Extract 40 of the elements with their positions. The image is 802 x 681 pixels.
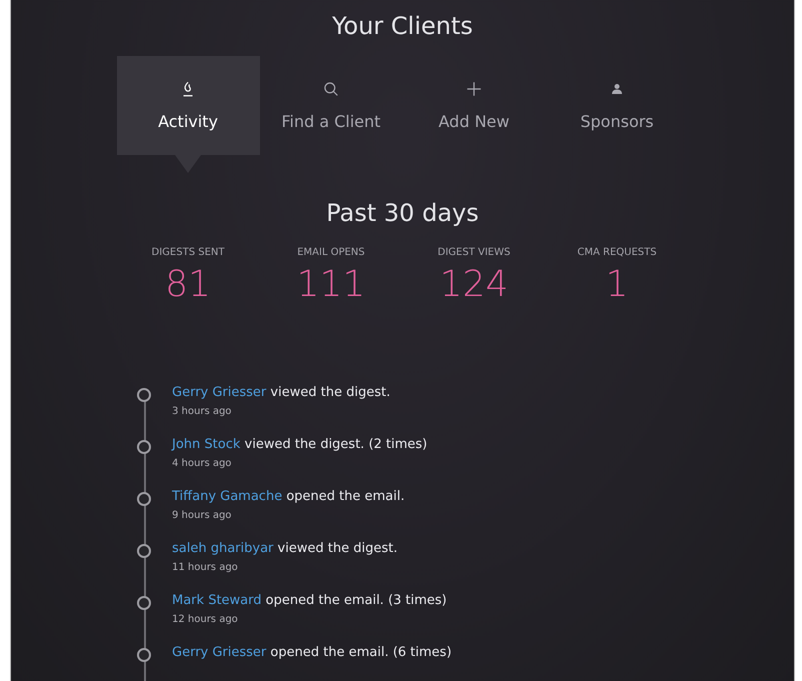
activity-text: Mark Steward opened the email. (3 times) bbox=[172, 593, 447, 608]
client-link[interactable]: Gerry Griesser bbox=[172, 645, 266, 660]
stat-value: 1 bbox=[606, 264, 628, 305]
activity-text: John Stock viewed the digest. (2 times) bbox=[172, 437, 428, 452]
activity-time: 11 hours ago bbox=[172, 562, 239, 573]
activity-text: Gerry Griesser viewed the digest. bbox=[172, 385, 390, 400]
timeline-dot bbox=[137, 440, 151, 454]
timeline-dot bbox=[137, 544, 151, 558]
nav-tab[interactable]: Activity bbox=[116, 56, 260, 155]
client-link[interactable]: saleh gharibyar bbox=[172, 541, 274, 556]
person-icon bbox=[611, 83, 623, 95]
client-link[interactable]: Tiffany Gamache bbox=[172, 489, 282, 504]
nav-tab[interactable]: Find a Client bbox=[260, 56, 402, 155]
stat-value: 124 bbox=[440, 264, 508, 305]
activity-text: saleh gharibyar viewed the digest. bbox=[172, 541, 398, 556]
client-link[interactable]: Gerry Griesser bbox=[172, 385, 266, 400]
activity-time: 3 hours ago bbox=[172, 406, 232, 417]
client-link[interactable]: Mark Steward bbox=[172, 593, 262, 608]
timeline-dot bbox=[137, 596, 151, 610]
activity-text: Tiffany Gamache opened the email. bbox=[172, 489, 405, 504]
timeline-dot bbox=[137, 492, 151, 506]
stat-label: DIGESTS SENT bbox=[152, 247, 224, 258]
client-link[interactable]: John Stock bbox=[172, 437, 240, 452]
timeline-dot bbox=[137, 388, 151, 402]
timeline-dot bbox=[137, 648, 151, 662]
nav-tab[interactable]: Sponsors bbox=[546, 56, 688, 155]
activity-time: 4 hours ago bbox=[172, 458, 232, 469]
period-heading: Past 30 days bbox=[326, 199, 479, 227]
stat-label: CMA REQUESTS bbox=[577, 247, 657, 258]
activity-time: 12 hours ago bbox=[172, 614, 239, 625]
page-title: Your Clients bbox=[332, 12, 473, 40]
activity-text: Gerry Griesser opened the email. (6 times) bbox=[172, 645, 452, 660]
stat-label: DIGEST VIEWS bbox=[438, 247, 510, 258]
stat-label: EMAIL OPENS bbox=[297, 247, 365, 258]
plus-icon bbox=[465, 80, 483, 98]
stat-value: 111 bbox=[296, 264, 366, 305]
nav-tab[interactable]: Add New bbox=[402, 56, 546, 155]
search-icon bbox=[322, 80, 340, 98]
activity-time: 9 hours ago bbox=[172, 510, 232, 521]
stat-value: 81 bbox=[165, 264, 211, 305]
